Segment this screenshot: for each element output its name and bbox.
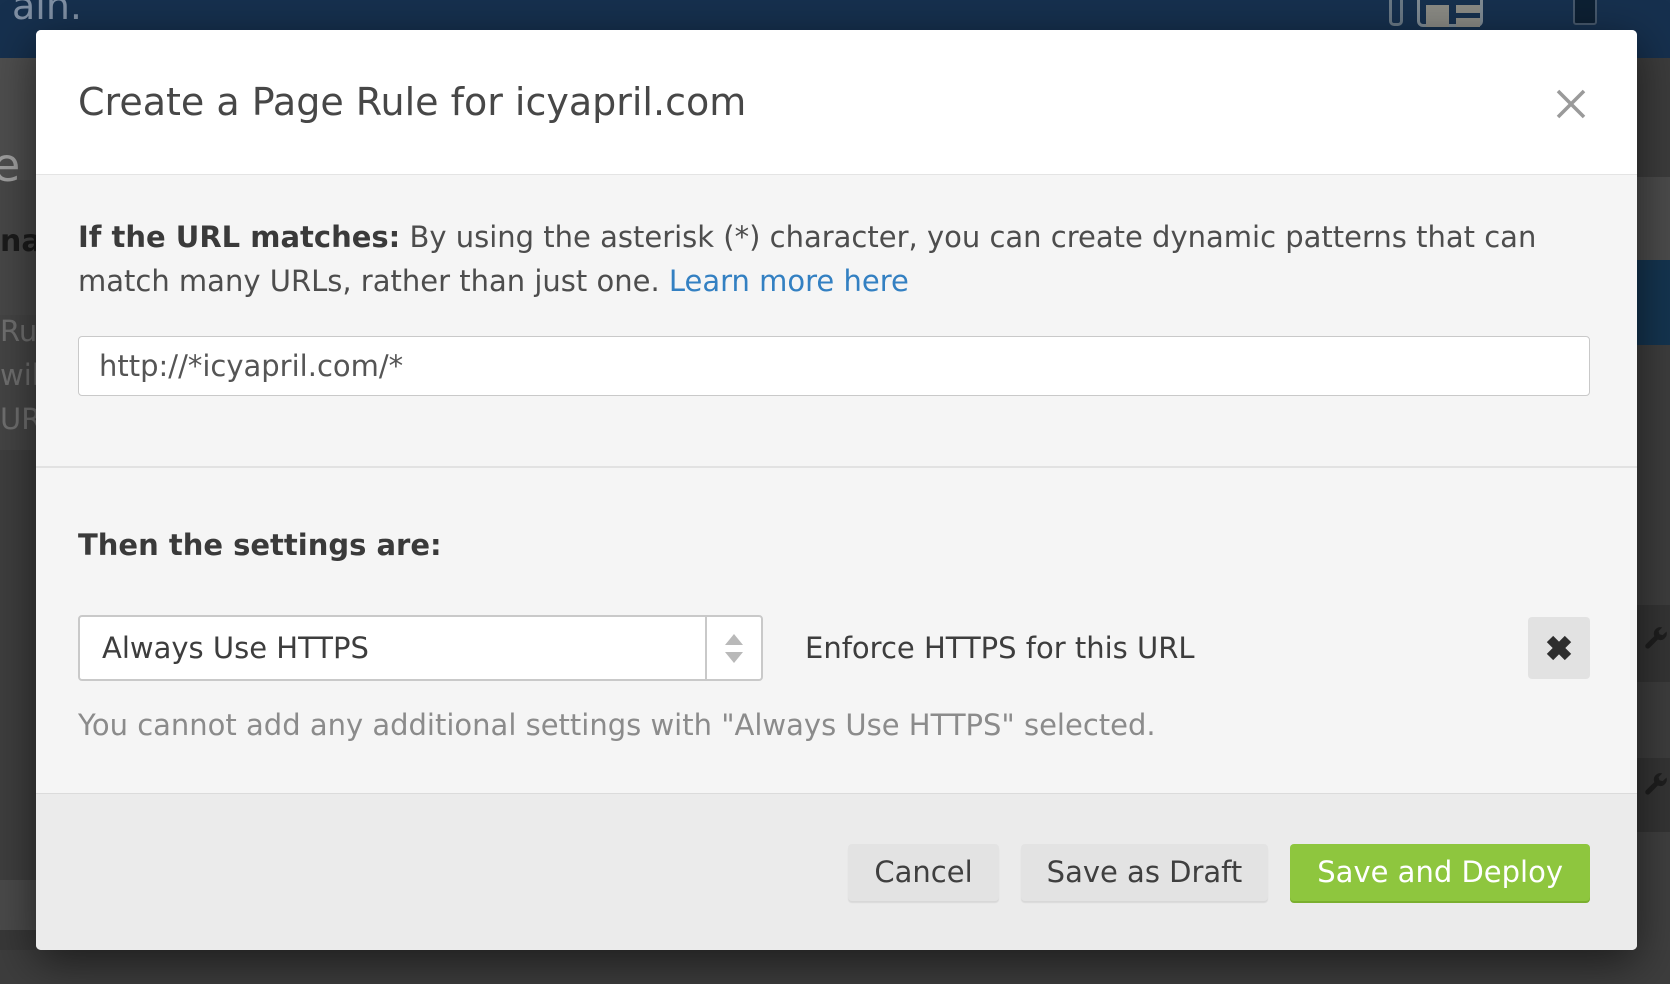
modal-header: Create a Page Rule for icyapril.com (36, 30, 1637, 175)
modal-footer: Cancel Save as Draft Save and Deploy (36, 793, 1637, 950)
background-band (1637, 177, 1670, 260)
remove-setting-button[interactable] (1528, 617, 1590, 679)
settings-heading: Then the settings are: (78, 528, 1590, 562)
background-blue-button-fragment (1637, 260, 1670, 345)
background-topbar-text-fragment: ain. (12, 0, 82, 28)
background-text-fragment: e (0, 138, 20, 192)
modal-title: Create a Page Rule for icyapril.com (78, 80, 746, 124)
setting-row: Always Use HTTPS Enforce HTTPS for this … (78, 615, 1590, 681)
layout-icon-bar (1456, 18, 1480, 27)
chevron-down-icon (725, 652, 743, 663)
setting-select-value: Always Use HTTPS (80, 617, 705, 679)
settings-note: You cannot add any additional settings w… (78, 708, 1590, 742)
modal-body: If the URL matches: By using the asteris… (36, 175, 1637, 742)
setting-select[interactable]: Always Use HTTPS (78, 615, 763, 681)
cancel-button[interactable]: Cancel (848, 844, 998, 901)
background-band (1637, 345, 1670, 605)
background-icon-fragment (1389, 0, 1403, 26)
chevron-up-icon (725, 634, 743, 645)
select-stepper-icon[interactable] (705, 617, 761, 679)
wrench-icon (1642, 772, 1668, 798)
background-band (0, 880, 36, 930)
background-band (0, 950, 1670, 984)
layout-icon-bar (1456, 5, 1480, 13)
setting-description: Enforce HTTPS for this URL (805, 631, 1195, 665)
remove-x-icon (1545, 634, 1573, 662)
background-band (1637, 58, 1670, 177)
section-divider (36, 466, 1637, 468)
create-page-rule-modal: Create a Page Rule for icyapril.com If t… (36, 30, 1637, 950)
background-band (0, 450, 36, 880)
url-match-description: If the URL matches: By using the asteris… (78, 215, 1590, 303)
close-icon (1554, 87, 1588, 121)
background-band (1637, 682, 1670, 758)
wrench-icon (1642, 626, 1668, 652)
save-and-deploy-button[interactable]: Save and Deploy (1290, 844, 1590, 901)
url-match-label: If the URL matches: (78, 220, 400, 254)
close-button[interactable] (1551, 84, 1591, 124)
learn-more-link[interactable]: Learn more here (669, 264, 909, 298)
layout-icon-square (1426, 5, 1449, 27)
save-as-draft-button[interactable]: Save as Draft (1021, 844, 1269, 901)
background-slot-icon (1573, 0, 1597, 25)
layout-icon (1417, 0, 1483, 27)
background-text-fragment: Ru (0, 314, 37, 348)
url-pattern-input[interactable] (78, 336, 1590, 396)
